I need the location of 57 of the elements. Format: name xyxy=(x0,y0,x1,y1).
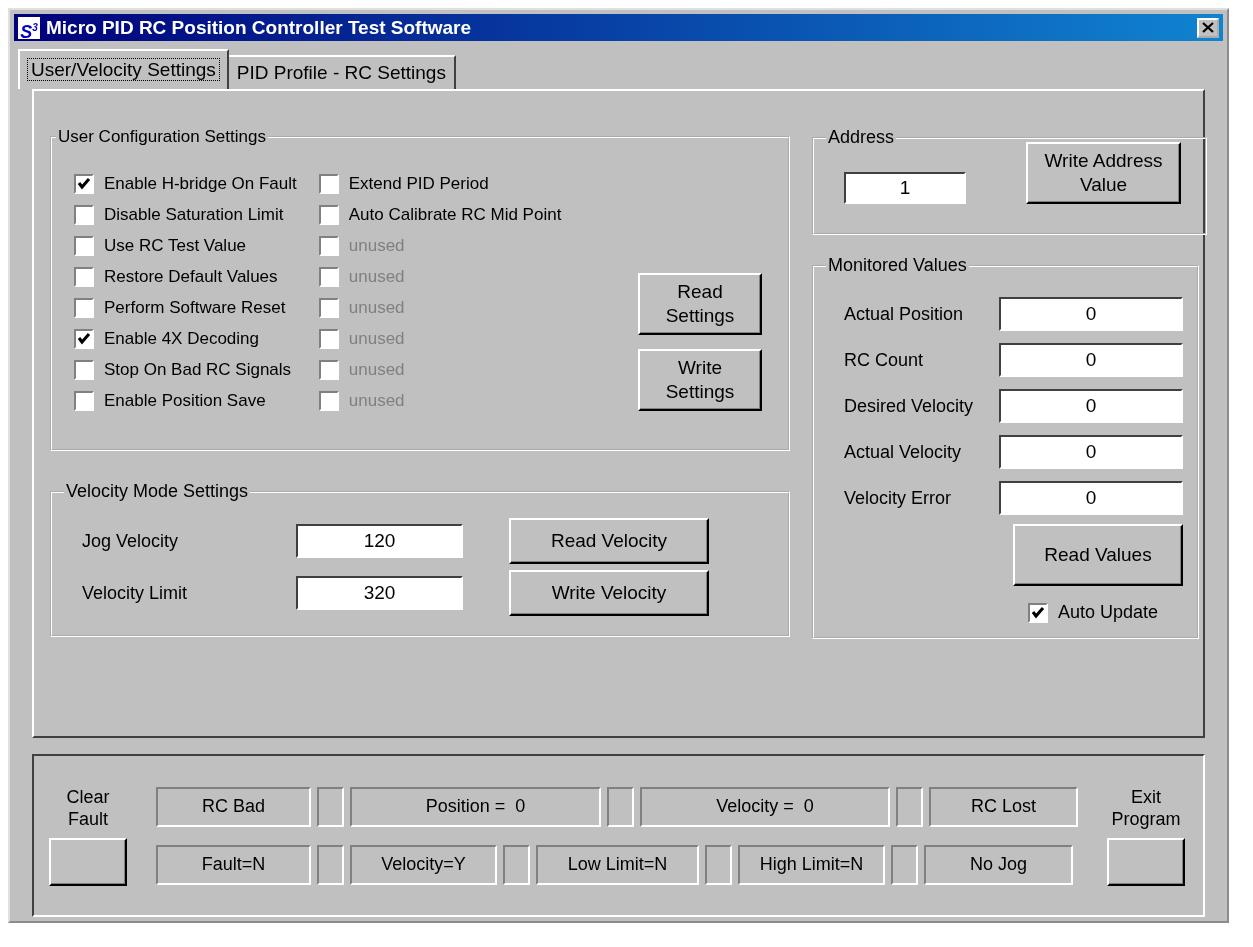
field-label: Actual Velocity xyxy=(844,441,962,463)
status-cell: RC Bad xyxy=(156,786,311,827)
value-field[interactable]: 0 xyxy=(999,389,1183,424)
value-field[interactable]: 0 xyxy=(999,435,1183,470)
field-label: Actual Position xyxy=(844,303,964,325)
button-caption: Clear Fault xyxy=(65,785,111,830)
status-cell: Fault=N xyxy=(156,844,311,885)
status-cell: RC Lost xyxy=(929,786,1078,827)
checkbox-label: Restore Default Values xyxy=(104,266,278,287)
write-address-button[interactable]: Write Address Value xyxy=(1026,142,1181,205)
status-cell: Position = 0 xyxy=(350,786,601,827)
field-label: Velocity Error xyxy=(844,487,952,509)
group-title: Monitored Values xyxy=(827,255,968,277)
read-values-button[interactable]: Read Values xyxy=(1013,524,1183,587)
checkbox-label: Perform Software Reset xyxy=(104,297,286,318)
checkbox-label: Disable Saturation Limit xyxy=(104,204,284,225)
group-title: Velocity Mode Settings xyxy=(65,481,250,503)
checkbox-label: unused xyxy=(348,359,405,380)
field-label: Jog Velocity xyxy=(82,530,180,552)
status-cell: Velocity = 0 xyxy=(640,786,890,827)
tab[interactable]: PID Profile - RC Settings xyxy=(226,55,456,90)
velocity-button[interactable]: Write Velocity xyxy=(509,570,709,617)
group-title: Address xyxy=(827,127,896,149)
checkbox-label: unused xyxy=(348,266,405,287)
checkbox-label: Auto Update xyxy=(1058,602,1159,624)
field-label: RC Count xyxy=(844,349,924,371)
checkbox-label: Extend PID Period xyxy=(348,173,489,194)
velocity-button[interactable]: Read Velocity xyxy=(509,518,709,565)
value-field[interactable]: 0 xyxy=(999,481,1183,516)
input-field[interactable]: 120 xyxy=(296,524,463,559)
checkbox-label: unused xyxy=(348,235,405,256)
window-title: Micro PID RC Position Controller Test Software xyxy=(46,16,473,39)
address-field[interactable]: 1 xyxy=(844,172,966,205)
tab[interactable]: User/Velocity Settings xyxy=(18,49,229,90)
value-field[interactable]: 0 xyxy=(999,297,1183,332)
field-label: Desired Velocity xyxy=(844,395,974,417)
checkbox-label: unused xyxy=(348,390,405,411)
checkbox-label: unused xyxy=(348,328,405,349)
settings-button[interactable]: Read Settings xyxy=(638,273,762,336)
checkbox-label: Enable Position Save xyxy=(104,390,266,411)
status-cell: No Jog xyxy=(924,844,1073,885)
status-cell: High Limit=N xyxy=(738,844,885,885)
input-field[interactable]: 320 xyxy=(296,576,463,611)
checkbox-label: Use RC Test Value xyxy=(104,235,247,256)
checkbox-label: Auto Calibrate RC Mid Point xyxy=(348,204,562,225)
checkbox-label: Enable H-bridge On Fault xyxy=(104,173,297,194)
checkbox-label: Enable 4X Decoding xyxy=(104,328,259,349)
settings-button[interactable]: Write Settings xyxy=(638,349,762,412)
field-label: Velocity Limit xyxy=(82,582,189,604)
status-cell: Low Limit=N xyxy=(536,844,699,885)
checkbox-label: Stop On Bad RC Signals xyxy=(104,359,292,380)
value-field[interactable]: 0 xyxy=(999,343,1183,378)
status-cell: Velocity=Y xyxy=(350,844,497,885)
app-logo: S$^{3}$ xyxy=(18,16,40,39)
button-caption: Exit Program xyxy=(1110,785,1182,830)
checkbox-label: unused xyxy=(348,297,405,318)
group-title: User Configuration Settings xyxy=(57,127,267,148)
